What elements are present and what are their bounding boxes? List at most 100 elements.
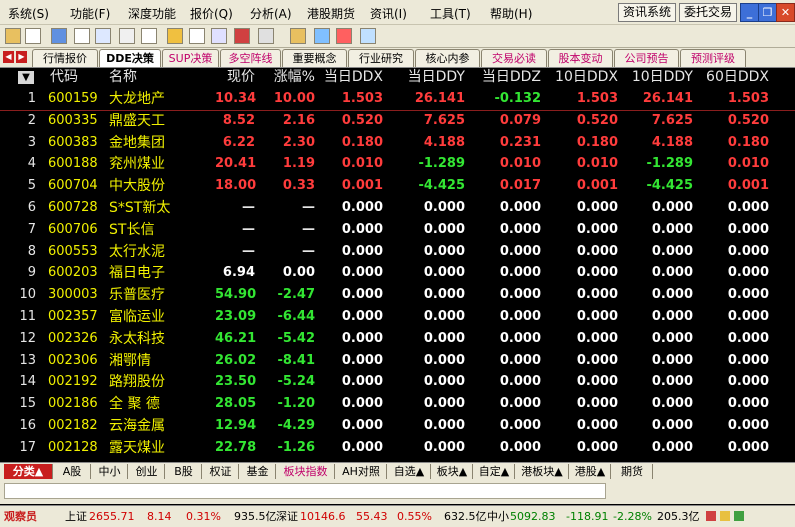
table-row[interactable]: 13 002306 湘鄂情 26.02 -8.41 0.000 0.000 0.000 0.00…	[0, 350, 795, 372]
tab-company-forecast[interactable]: 公司预告	[614, 49, 679, 67]
tab-quotes[interactable]: 行情报价	[32, 49, 98, 67]
folder-icon[interactable]	[290, 28, 306, 44]
category-tab[interactable]: 港股▲	[570, 464, 611, 479]
report-icon[interactable]	[234, 28, 250, 44]
category-tab[interactable]: AH对照	[336, 464, 387, 479]
tab-dde-decision[interactable]: DDE决策	[99, 49, 161, 67]
menu-tools[interactable]: 工具(T)	[430, 5, 471, 22]
category-tab[interactable]: 期货	[612, 464, 653, 479]
connection-icon[interactable]	[734, 511, 744, 521]
command-input[interactable]	[4, 483, 606, 499]
cell-price: 46.21	[215, 330, 257, 346]
col-header-ddy10[interactable]: 10日DDY	[624, 68, 693, 87]
col-header-ddx10[interactable]: 10日DDX	[548, 68, 618, 87]
category-tab[interactable]: 板块指数	[277, 464, 335, 479]
tab-rating-forecast[interactable]: 预测评级	[680, 49, 746, 67]
table-row[interactable]: 12 002326 永太科技 46.21 -5.42 0.000 0.000 0.000 0.0…	[0, 328, 795, 350]
menu-analysis[interactable]: 分析(A)	[250, 5, 292, 22]
signal-icon[interactable]	[706, 511, 716, 521]
category-tab[interactable]: 中小	[92, 464, 128, 479]
table-row[interactable]: 9 600203 福日电子 6.94 0.00 0.000 0.000 0.000 0.000 0…	[0, 262, 795, 284]
info-system-button[interactable]: 资讯系统	[618, 3, 677, 22]
observer-label[interactable]: 观察员	[4, 509, 37, 524]
f10-icon[interactable]	[258, 28, 274, 44]
category-tab[interactable]: 分类▲	[4, 464, 53, 479]
table-row[interactable]: 10 300003 乐普医疗 54.90 -2.47 0.000 0.000 0.000 0.0…	[0, 284, 795, 306]
table-row[interactable]: 3 600383 金地集团 6.22 2.30 0.180 4.188 0.231 0.180 4…	[0, 132, 795, 154]
minimize-icon[interactable]: _	[740, 3, 759, 22]
col-header-ddz[interactable]: 当日DDZ	[470, 68, 541, 87]
candlestick-icon[interactable]	[189, 28, 205, 44]
category-tab[interactable]: 板块▲	[432, 464, 473, 479]
col-header-change-pct[interactable]: 涨幅%	[258, 68, 315, 87]
cell-ddz: 0.000	[499, 221, 541, 237]
stock-code: 600728	[48, 200, 98, 215]
tools-icon[interactable]	[336, 28, 352, 44]
table-row[interactable]: 2 600335 鼎盛天工 8.52 2.16 0.520 7.625 0.079 0.520 7…	[0, 110, 795, 132]
table-row[interactable]: 1 600159 大龙地产 10.34 10.00 1.503 26.141 -0.132 1.…	[0, 88, 795, 111]
tab-industry-research[interactable]: 行业研究	[348, 49, 414, 67]
refresh-icon[interactable]	[314, 28, 330, 44]
menu-quote[interactable]: 报价(Q)	[190, 5, 233, 22]
table-row[interactable]: 11 002357 富临运业 23.09 -6.44 0.000 0.000 0.000 0.0…	[0, 306, 795, 328]
menu-help[interactable]: 帮助(H)	[490, 5, 532, 22]
col-header-ddy[interactable]: 当日DDY	[392, 68, 465, 87]
list-icon[interactable]	[25, 28, 41, 44]
table-row[interactable]: 5 600704 中大股份 18.00 0.33 0.001 -4.425 0.017 0.00…	[0, 175, 795, 197]
tab-prev-icon[interactable]: ◀	[3, 51, 14, 63]
table-row[interactable]: 15 002186 全 聚 德 28.05 -1.20 0.000 0.000 0.000 0.…	[0, 393, 795, 415]
col-header-code[interactable]: 代码	[50, 68, 78, 87]
grid-icon[interactable]	[141, 28, 157, 44]
trade-button[interactable]: 委托交易	[679, 3, 738, 22]
table-row[interactable]: 14 002192 路翔股份 23.50 -5.24 0.000 0.000 0.000 0.0…	[0, 371, 795, 393]
tab-next-icon[interactable]: ▶	[16, 51, 27, 63]
menu-deep-function[interactable]: 深度功能	[128, 5, 176, 22]
quote-icon[interactable]	[5, 28, 21, 44]
stock-code: 002128	[48, 439, 98, 455]
table-row[interactable]: 8 600553 太行水泥 — — 0.000 0.000 0.000 0.000 0.000 0.…	[0, 241, 795, 263]
menu-hk-futures[interactable]: 港股期货	[307, 5, 355, 22]
category-tab[interactable]: 港板块▲	[516, 464, 569, 479]
menu-function[interactable]: 功能(F)	[70, 5, 110, 22]
menu-system[interactable]: 系统(S)	[8, 5, 49, 22]
col-header-name[interactable]: 名称	[109, 68, 137, 87]
tab-share-capital[interactable]: 股本变动	[548, 49, 613, 67]
table-row[interactable]: 17 002128 露天煤业 22.78 -1.26 0.000 0.000 0.000 0.0…	[0, 437, 795, 459]
help-icon[interactable]	[360, 28, 376, 44]
cell-change-pct: 2.16	[282, 112, 315, 128]
line-chart-icon[interactable]	[95, 28, 111, 44]
tab-key-concepts[interactable]: 重要概念	[282, 49, 347, 67]
table-row[interactable]: 7 600706 ST长信 — — 0.000 0.000 0.000 0.000 0.000 0.…	[0, 219, 795, 241]
sh-index: 2655.71	[89, 510, 135, 523]
alert-icon[interactable]	[720, 511, 730, 521]
bar-chart-icon[interactable]	[74, 28, 90, 44]
table-row[interactable]: 6 600728 S*ST新太 — — 0.000 0.000 0.000 0.000 0.000…	[0, 197, 795, 219]
col-header-price[interactable]: 现价	[215, 68, 255, 87]
cell-ddx: 0.000	[341, 243, 383, 259]
message-icon[interactable]	[167, 28, 183, 44]
cell-ddx: 0.000	[341, 374, 383, 390]
category-tab[interactable]: 基金	[240, 464, 276, 479]
category-tab[interactable]: 自选▲	[388, 464, 431, 479]
category-tab[interactable]: 创业	[129, 464, 165, 479]
restore-icon[interactable]: ❐	[758, 3, 777, 22]
window-icon[interactable]	[51, 28, 67, 44]
col-header-ddx[interactable]: 当日DDX	[318, 68, 383, 87]
category-tab[interactable]: A股	[54, 464, 91, 479]
table-row[interactable]: 4 600188 兖州煤业 20.41 1.19 0.010 -1.289 0.010 0.01…	[0, 153, 795, 175]
menu-info[interactable]: 资讯(I)	[370, 5, 407, 22]
close-icon[interactable]: ✕	[776, 3, 795, 22]
category-tab[interactable]: 自定▲	[474, 464, 515, 479]
tab-long-short[interactable]: 多空阵线	[220, 49, 281, 67]
chart-icon[interactable]	[211, 28, 227, 44]
sort-dropdown-icon[interactable]: ▼	[18, 71, 34, 84]
col-header-ddx60[interactable]: 60日DDX	[700, 68, 769, 87]
category-tab[interactable]: B股	[166, 464, 202, 479]
tab-core-reference[interactable]: 核心内参	[415, 49, 480, 67]
category-tab[interactable]: 权证	[203, 464, 239, 479]
table-row[interactable]: 16 002182 云海金属 12.94 -4.29 0.000 0.000 0.000 0.0…	[0, 415, 795, 437]
table-icon[interactable]	[119, 28, 135, 44]
tab-trading-must-read[interactable]: 交易必读	[481, 49, 547, 67]
tab-sup-decision[interactable]: SUP决策	[162, 49, 219, 67]
cell-ddz: 0.231	[499, 134, 541, 150]
